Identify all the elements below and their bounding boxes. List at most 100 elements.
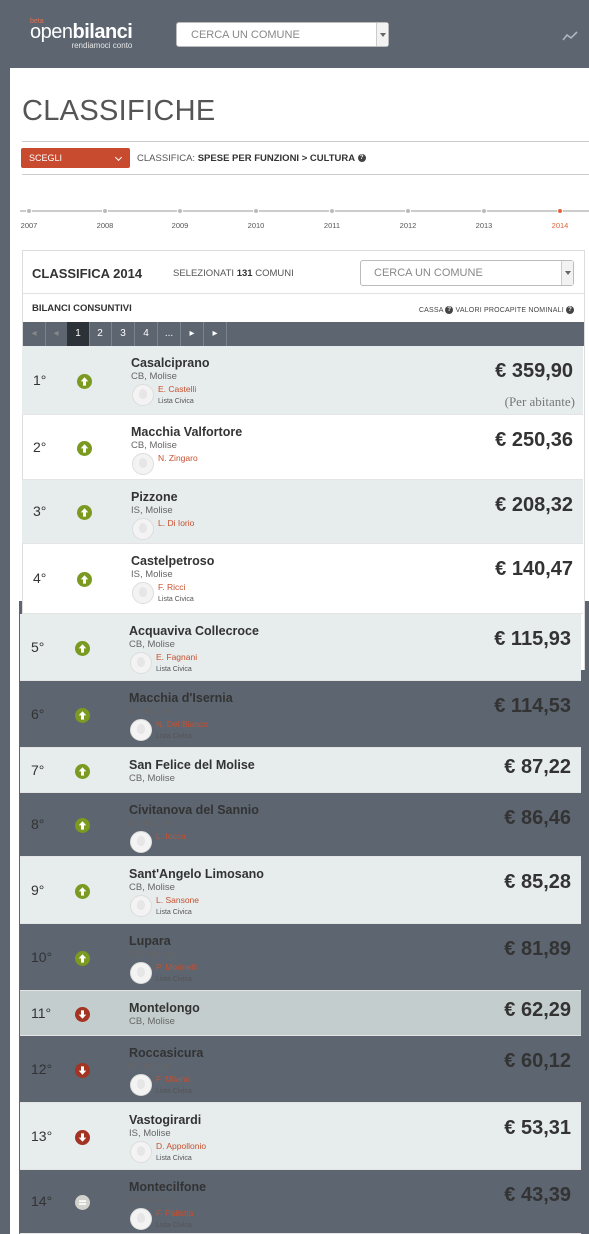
timeline-year-2012[interactable]: 2012	[388, 208, 428, 230]
mayor-name[interactable]: N. Del Bianco	[156, 719, 208, 729]
equal-icon	[75, 1195, 90, 1210]
mayor-name[interactable]: P. Morinelli	[156, 962, 197, 972]
pagination: ◂ ◂ 1 2 3 4 ... ▸ ▸	[23, 322, 584, 346]
ranking-row[interactable]: 4° Castelpetroso IS, Molise F. Ricci Lista C…	[22, 544, 583, 614]
ranking-row[interactable]: 11° Montelongo CB, Molise € 62,29	[20, 991, 581, 1036]
timeline-year-label[interactable]: 2010	[236, 221, 276, 230]
comune-name[interactable]: Civitanova del Sannio	[129, 803, 259, 817]
trend-chart-icon[interactable]	[562, 30, 578, 42]
timeline-year-2009[interactable]: 2009	[160, 208, 200, 230]
timeline-year-label[interactable]: 2007	[9, 221, 49, 230]
ranking-row[interactable]: 13° Vastogirardi IS, Molise D. Appollonio Li…	[20, 1103, 581, 1170]
mayor-name[interactable]: F. Ricci	[158, 582, 185, 592]
timeline-dot[interactable]	[26, 208, 32, 214]
mayor-name[interactable]: D. Appollonio	[156, 1141, 206, 1151]
header-search-input[interactable]	[177, 23, 367, 46]
comune-name[interactable]: Pizzone	[131, 490, 178, 504]
help-icon[interactable]: ?	[566, 306, 574, 314]
ranking-row[interactable]: 1° Casalciprano CB, Molise E. Castelli Lista…	[22, 346, 583, 415]
timeline-year-label[interactable]: 2011	[312, 221, 352, 230]
ranking-row[interactable]: 9° Sant'Angelo Limosano CB, Molise L. Sanso…	[20, 857, 581, 924]
page-ellipsis: ...	[158, 322, 181, 346]
comune-name[interactable]: Macchia d'Isernia	[129, 691, 233, 705]
timeline-year-2014[interactable]: 2014	[540, 208, 580, 230]
ranking-row[interactable]: 14° Montecilfone CB, Molise F. Pallotta List…	[20, 1170, 581, 1234]
panel-edge	[10, 600, 19, 1234]
timeline-year-2008[interactable]: 2008	[85, 208, 125, 230]
ranking-subheader: BILANCI CONSUNTIVI CASSA ? VALORI PROCAP…	[23, 295, 584, 322]
timeline-year-label[interactable]: 2012	[388, 221, 428, 230]
comune-name[interactable]: Sant'Angelo Limosano	[129, 867, 264, 881]
ranking-row[interactable]: 3° Pizzone IS, Molise L. Di Iorio € 208,32	[22, 480, 583, 544]
rank-position: 11°	[31, 1005, 52, 1021]
ranking-row[interactable]: 2° Macchia Valfortore CB, Molise N. Zingaro…	[22, 415, 583, 480]
comune-name[interactable]: Casalciprano	[131, 356, 210, 370]
timeline-year-2007[interactable]: 2007	[9, 208, 49, 230]
mayor-name[interactable]: L. Di Iorio	[158, 518, 194, 528]
timeline-dot[interactable]	[405, 208, 411, 214]
chevron-down-icon[interactable]	[561, 261, 573, 285]
timeline-year-label[interactable]: 2013	[464, 221, 504, 230]
mayor-party: Lista Civica	[156, 1222, 192, 1229]
mayor-party: Lista Civica	[156, 733, 192, 740]
header-search[interactable]	[176, 22, 389, 47]
timeline-dot[interactable]	[253, 208, 259, 214]
comune-name[interactable]: Montecilfone	[129, 1180, 206, 1194]
openbilanci-logo[interactable]: beta openbilanci rendiamoci conto	[30, 18, 133, 50]
valori-label[interactable]: VALORI PROCAPITE NOMINALI	[456, 307, 564, 314]
timeline-year-label[interactable]: 2014	[540, 221, 580, 230]
cassa-label[interactable]: CASSA	[419, 307, 443, 314]
timeline-dot[interactable]	[329, 208, 335, 214]
timeline-year-2011[interactable]: 2011	[312, 208, 352, 230]
ranking-row[interactable]: 5° Acquaviva Collecroce CB, Molise E. Fagna…	[20, 614, 581, 681]
page-1-button[interactable]: 1	[67, 322, 90, 346]
first-page-icon[interactable]: ◂	[23, 322, 46, 346]
page-2-button[interactable]: 2	[89, 322, 112, 346]
mayor-name[interactable]: L. Sansone	[156, 895, 199, 905]
last-page-icon[interactable]: ▸	[204, 322, 227, 346]
comune-province: CB, Molise	[129, 882, 175, 893]
classifica-value: SPESE PER FUNZIONI > CULTURA	[197, 153, 356, 164]
page-4-button[interactable]: 4	[135, 322, 158, 346]
timeline-year-2010[interactable]: 2010	[236, 208, 276, 230]
comune-name[interactable]: Roccasicura	[129, 1046, 203, 1060]
timeline-year-2013[interactable]: 2013	[464, 208, 504, 230]
ranking-row[interactable]: 12° Roccasicura IS, Molise F. Milano Lista C…	[20, 1036, 581, 1103]
timeline-year-label[interactable]: 2009	[160, 221, 200, 230]
mayor-avatar	[132, 582, 154, 604]
mayor-name[interactable]: E. Castelli	[158, 384, 196, 394]
timeline-year-label[interactable]: 2008	[85, 221, 125, 230]
comune-name[interactable]: Lupara	[129, 934, 171, 948]
page-3-button[interactable]: 3	[112, 322, 135, 346]
comune-name[interactable]: Vastogirardi	[129, 1113, 201, 1127]
mayor-avatar	[130, 1208, 152, 1230]
mayor-name[interactable]: N. Zingaro	[158, 453, 198, 463]
timeline-dot[interactable]	[481, 208, 487, 214]
mayor-name[interactable]: L. Iocca	[156, 831, 186, 841]
ranking-search[interactable]	[360, 260, 574, 286]
mayor-name[interactable]: E. Fagnani	[156, 652, 197, 662]
ranking-row[interactable]: 6° Macchia d'Isernia IS, Molise N. Del Bian…	[20, 681, 581, 748]
arrow-up-icon	[75, 641, 90, 656]
timeline-dot[interactable]	[102, 208, 108, 214]
scegli-dropdown-button[interactable]: SCEGLI	[21, 148, 130, 168]
timeline-dot[interactable]	[177, 208, 183, 214]
prev-page-icon[interactable]: ◂	[45, 322, 68, 346]
ranking-row[interactable]: 7° San Felice del Molise CB, Molise € 87,22	[20, 748, 581, 793]
help-icon[interactable]: ?	[357, 154, 366, 163]
comune-name[interactable]: Castelpetroso	[131, 554, 214, 568]
mayor-name[interactable]: F. Milano	[156, 1074, 190, 1084]
next-page-icon[interactable]: ▸	[181, 322, 204, 346]
mayor-name[interactable]: F. Pallotta	[156, 1208, 193, 1218]
timeline-dot[interactable]	[557, 208, 563, 214]
ranking-row[interactable]: 8° Civitanova del Sannio IS, Molise L. Iocc…	[20, 793, 581, 857]
comune-name[interactable]: Macchia Valfortore	[131, 425, 242, 439]
comune-name[interactable]: Acquaviva Collecroce	[129, 624, 259, 638]
comune-name[interactable]: Montelongo	[129, 1001, 200, 1015]
comune-name[interactable]: San Felice del Molise	[129, 758, 255, 772]
help-icon[interactable]: ?	[445, 306, 454, 314]
chevron-down-icon[interactable]	[376, 23, 388, 46]
mayor-party: Lista Civica	[156, 1088, 192, 1095]
ranking-row[interactable]: 10° Lupara CB, Molise P. Morinelli Lista Civ…	[20, 924, 581, 991]
ranking-search-input[interactable]	[361, 261, 556, 285]
